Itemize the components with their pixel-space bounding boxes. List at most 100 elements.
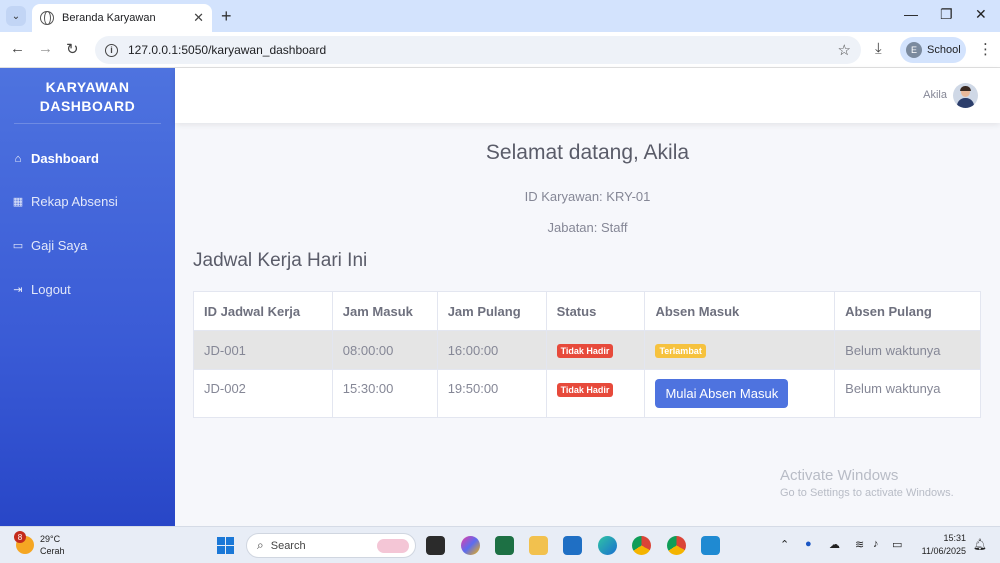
schedule-table: ID Jadwal Kerja Jam Masuk Jam Pulang Sta…: [193, 291, 981, 418]
taskbar-search-input[interactable]: ⌕ Search: [246, 533, 416, 558]
copilot-icon[interactable]: [461, 536, 480, 555]
sidebar: KARYAWAN DASHBOARD ⌂ Dashboard ▦ Rekap A…: [0, 68, 175, 526]
forward-icon[interactable]: →: [38, 40, 53, 57]
cell-absen-masuk: Mulai Absen Masuk: [644, 369, 836, 418]
schedule-title: Jadwal Kerja Hari Ini: [193, 250, 368, 271]
sidebar-item-label: Logout: [31, 282, 71, 297]
edge-icon[interactable]: [598, 536, 617, 555]
sidebar-item-label: Dashboard: [31, 151, 99, 166]
column-header: Status: [545, 291, 646, 331]
cell-id: JD-002: [193, 369, 333, 418]
file-explorer-icon[interactable]: [529, 536, 548, 555]
search-placeholder: Search: [270, 539, 306, 552]
browser-toolbar: ← → ↻ i 127.0.0.1:5050/karyawan_dashboar…: [0, 32, 1000, 68]
sidebar-item-rekap-absensi[interactable]: ▦ Rekap Absensi: [12, 194, 118, 209]
chrome-icon[interactable]: [632, 536, 651, 555]
system-clock[interactable]: 15:31 11/06/2025: [914, 532, 966, 558]
reload-icon[interactable]: ↻: [66, 40, 79, 58]
cloud-icon[interactable]: ☁: [829, 538, 840, 551]
cell-jam-masuk: 15:30:00: [331, 369, 438, 418]
status-badge: Tidak Hadir: [556, 383, 614, 397]
activation-watermark-text: Go to Settings to activate Windows.: [780, 487, 954, 499]
wifi-icon[interactable]: ≋: [855, 538, 864, 551]
windows-start-icon[interactable]: [217, 537, 234, 554]
excel-icon[interactable]: [495, 536, 514, 555]
sun-icon: 8: [14, 531, 34, 554]
calendar-icon: ▦: [12, 196, 24, 208]
minimize-icon[interactable]: —: [904, 6, 918, 22]
profile-button[interactable]: E School: [900, 37, 966, 63]
start-check-in-button[interactable]: Mulai Absen Masuk: [655, 379, 789, 408]
avatar[interactable]: [953, 83, 978, 108]
weather-desc: Cerah: [40, 546, 65, 556]
page-title: Selamat datang, Akila: [485, 141, 690, 164]
home-icon: ⌂: [14, 152, 22, 165]
chrome-profile-icon[interactable]: [667, 536, 686, 555]
menu-kebab-icon[interactable]: ⋮: [978, 40, 993, 58]
store-icon[interactable]: [563, 536, 582, 555]
money-icon: ▭: [12, 240, 24, 252]
sidebar-item-logout[interactable]: ⇥ Logout: [12, 282, 71, 297]
clock-date: 11/06/2025: [921, 546, 966, 556]
bookmark-star-icon[interactable]: ☆: [838, 41, 851, 59]
url-text: 127.0.0.1:5050/karyawan_dashboard: [128, 43, 327, 57]
restore-icon[interactable]: ❐: [940, 6, 953, 23]
back-icon[interactable]: ←: [10, 40, 25, 57]
cell-status: Tidak Hadir: [545, 369, 646, 418]
search-highlight-icon: [377, 538, 409, 553]
sidebar-item-dashboard[interactable]: ⌂ Dashboard: [12, 151, 99, 166]
sidebar-item-label: Gaji Saya: [31, 238, 88, 253]
cell-absen-pulang: Belum waktunya: [834, 369, 981, 418]
column-header: Jam Masuk: [331, 291, 438, 331]
header-user-name[interactable]: Akila: [923, 89, 947, 101]
notification-bell-icon[interactable]: 🔔︎: [973, 538, 987, 551]
cell-absen-masuk: Terlambat: [644, 330, 836, 370]
volume-icon[interactable]: ♪: [873, 538, 879, 550]
cell-jam-pulang: 16:00:00: [436, 330, 547, 370]
sidebar-item-label: Rekap Absensi: [31, 194, 118, 209]
profile-label: School: [927, 44, 961, 56]
brand-line-1: KARYAWAN: [45, 79, 130, 95]
tab-search-button[interactable]: ⌄: [6, 6, 26, 26]
globe-icon: [40, 11, 54, 25]
site-info-icon[interactable]: i: [105, 43, 118, 57]
download-icon[interactable]: ⤓: [875, 40, 882, 57]
battery-icon[interactable]: ▭: [892, 538, 902, 551]
browser-tab-bar: ⌄ Beranda Karyawan ✕ + — ❐ ✕: [0, 0, 1000, 32]
column-header: Absen Pulang: [834, 291, 981, 331]
column-header: Jam Pulang: [436, 291, 547, 331]
sidebar-item-gaji-saya[interactable]: ▭ Gaji Saya: [12, 238, 88, 253]
close-window-icon[interactable]: ✕: [975, 6, 987, 23]
activation-watermark-title: Activate Windows: [780, 467, 899, 484]
close-tab-icon[interactable]: ✕: [193, 10, 204, 26]
sidebar-brand[interactable]: KARYAWAN DASHBOARD: [14, 68, 161, 124]
employee-id: ID Karyawan: KRY-01: [524, 189, 651, 204]
task-view-icon[interactable]: [426, 536, 445, 555]
chevron-down-icon: ⌄: [11, 10, 21, 22]
new-tab-button[interactable]: +: [221, 6, 232, 27]
cell-absen-pulang: Belum waktunya: [834, 330, 981, 370]
clock-time: 15:31: [943, 533, 966, 543]
address-bar[interactable]: i 127.0.0.1:5050/karyawan_dashboard ☆: [95, 36, 861, 64]
weather-temp: 29°C: [40, 534, 61, 544]
column-header: ID Jadwal Kerja: [193, 291, 333, 331]
table-row: JD-002 15:30:00 19:50:00 Tidak Hadir Mul…: [193, 369, 981, 418]
cell-id: JD-001: [193, 330, 333, 370]
cell-jam-pulang: 19:50:00: [436, 369, 547, 418]
weather-widget[interactable]: 8 29°C Cerah: [14, 531, 65, 557]
status-badge: Tidak Hadir: [556, 344, 614, 358]
late-badge: Terlambat: [655, 344, 706, 358]
tab-title: Beranda Karyawan: [62, 12, 156, 24]
cell-status: Tidak Hadir: [545, 330, 646, 370]
taskbar: 8 29°C Cerah ⌕ Search ⌃ ● ☁ ≋ ♪ ▭ 15:31 …: [0, 526, 1000, 563]
search-icon: ⌕: [257, 538, 264, 552]
cell-jam-masuk: 08:00:00: [331, 330, 438, 370]
browser-tab[interactable]: Beranda Karyawan ✕: [32, 4, 212, 32]
table-header-row: ID Jadwal Kerja Jam Masuk Jam Pulang Sta…: [193, 291, 981, 331]
notification-badge: 8: [14, 531, 26, 543]
vscode-icon[interactable]: [701, 536, 720, 555]
top-header: Akila: [175, 68, 1000, 123]
employee-position: Jabatan: Staff: [547, 220, 628, 235]
tray-app-icon[interactable]: ●: [805, 538, 812, 550]
tray-overflow-icon[interactable]: ⌃: [780, 538, 789, 551]
